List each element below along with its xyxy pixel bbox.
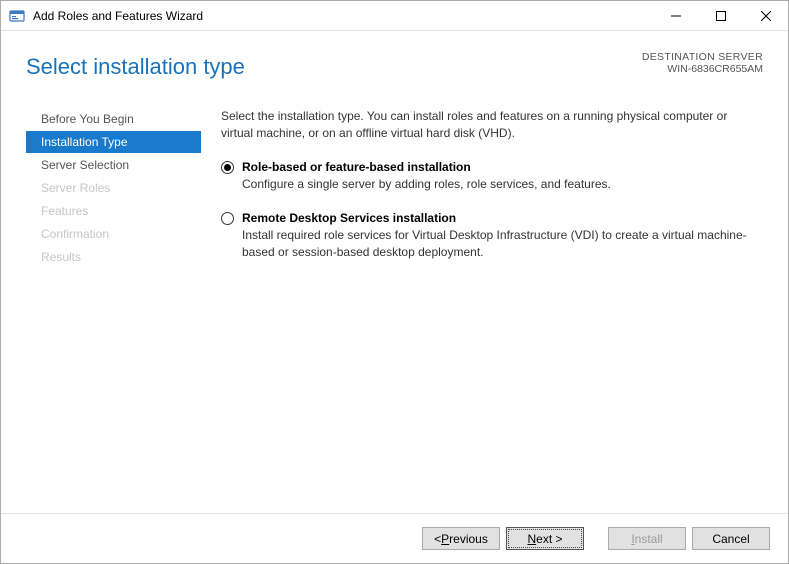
destination-name: WIN-6836CR655AM [642,63,763,75]
sidebar-item-results: Results [26,246,201,268]
sidebar-item-installation-type[interactable]: Installation Type [26,131,201,153]
content-area: Select installation type DESTINATION SER… [1,31,788,513]
radio-icon[interactable] [221,161,234,174]
sidebar-item-features: Features [26,200,201,222]
app-icon [7,6,27,26]
destination-server-info: DESTINATION SERVER WIN-6836CR655AM [642,51,763,75]
option-desc: Install required role services for Virtu… [242,227,758,262]
sidebar-item-before-you-begin[interactable]: Before You Begin [26,108,201,130]
option-desc: Configure a single server by adding role… [242,176,611,193]
sidebar-item-confirmation: Confirmation [26,223,201,245]
option-remote-desktop[interactable]: Remote Desktop Services installation Ins… [221,210,758,262]
option-title: Role-based or feature-based installation [242,159,611,176]
previous-button[interactable]: < Previous [422,527,500,550]
option-body: Remote Desktop Services installation Ins… [242,210,758,262]
wizard-sidebar: Before You Begin Installation Type Serve… [26,108,201,278]
install-button: Install [608,527,686,550]
main-pane: Select the installation type. You can in… [201,108,763,278]
option-title: Remote Desktop Services installation [242,210,758,227]
cancel-button[interactable]: Cancel [692,527,770,550]
wizard-footer: < Previous Next > Install Cancel [1,513,788,563]
radio-icon[interactable] [221,212,234,225]
titlebar: Add Roles and Features Wizard [1,1,788,31]
option-body: Role-based or feature-based installation… [242,159,611,194]
intro-text: Select the installation type. You can in… [221,108,758,143]
destination-label: DESTINATION SERVER [642,51,763,63]
minimize-button[interactable] [653,1,698,30]
window-controls [653,1,788,30]
sidebar-item-server-selection[interactable]: Server Selection [26,154,201,176]
next-button[interactable]: Next > [506,527,584,550]
maximize-button[interactable] [698,1,743,30]
window-title: Add Roles and Features Wizard [33,9,203,23]
option-role-based[interactable]: Role-based or feature-based installation… [221,159,758,194]
close-button[interactable] [743,1,788,30]
sidebar-item-server-roles: Server Roles [26,177,201,199]
